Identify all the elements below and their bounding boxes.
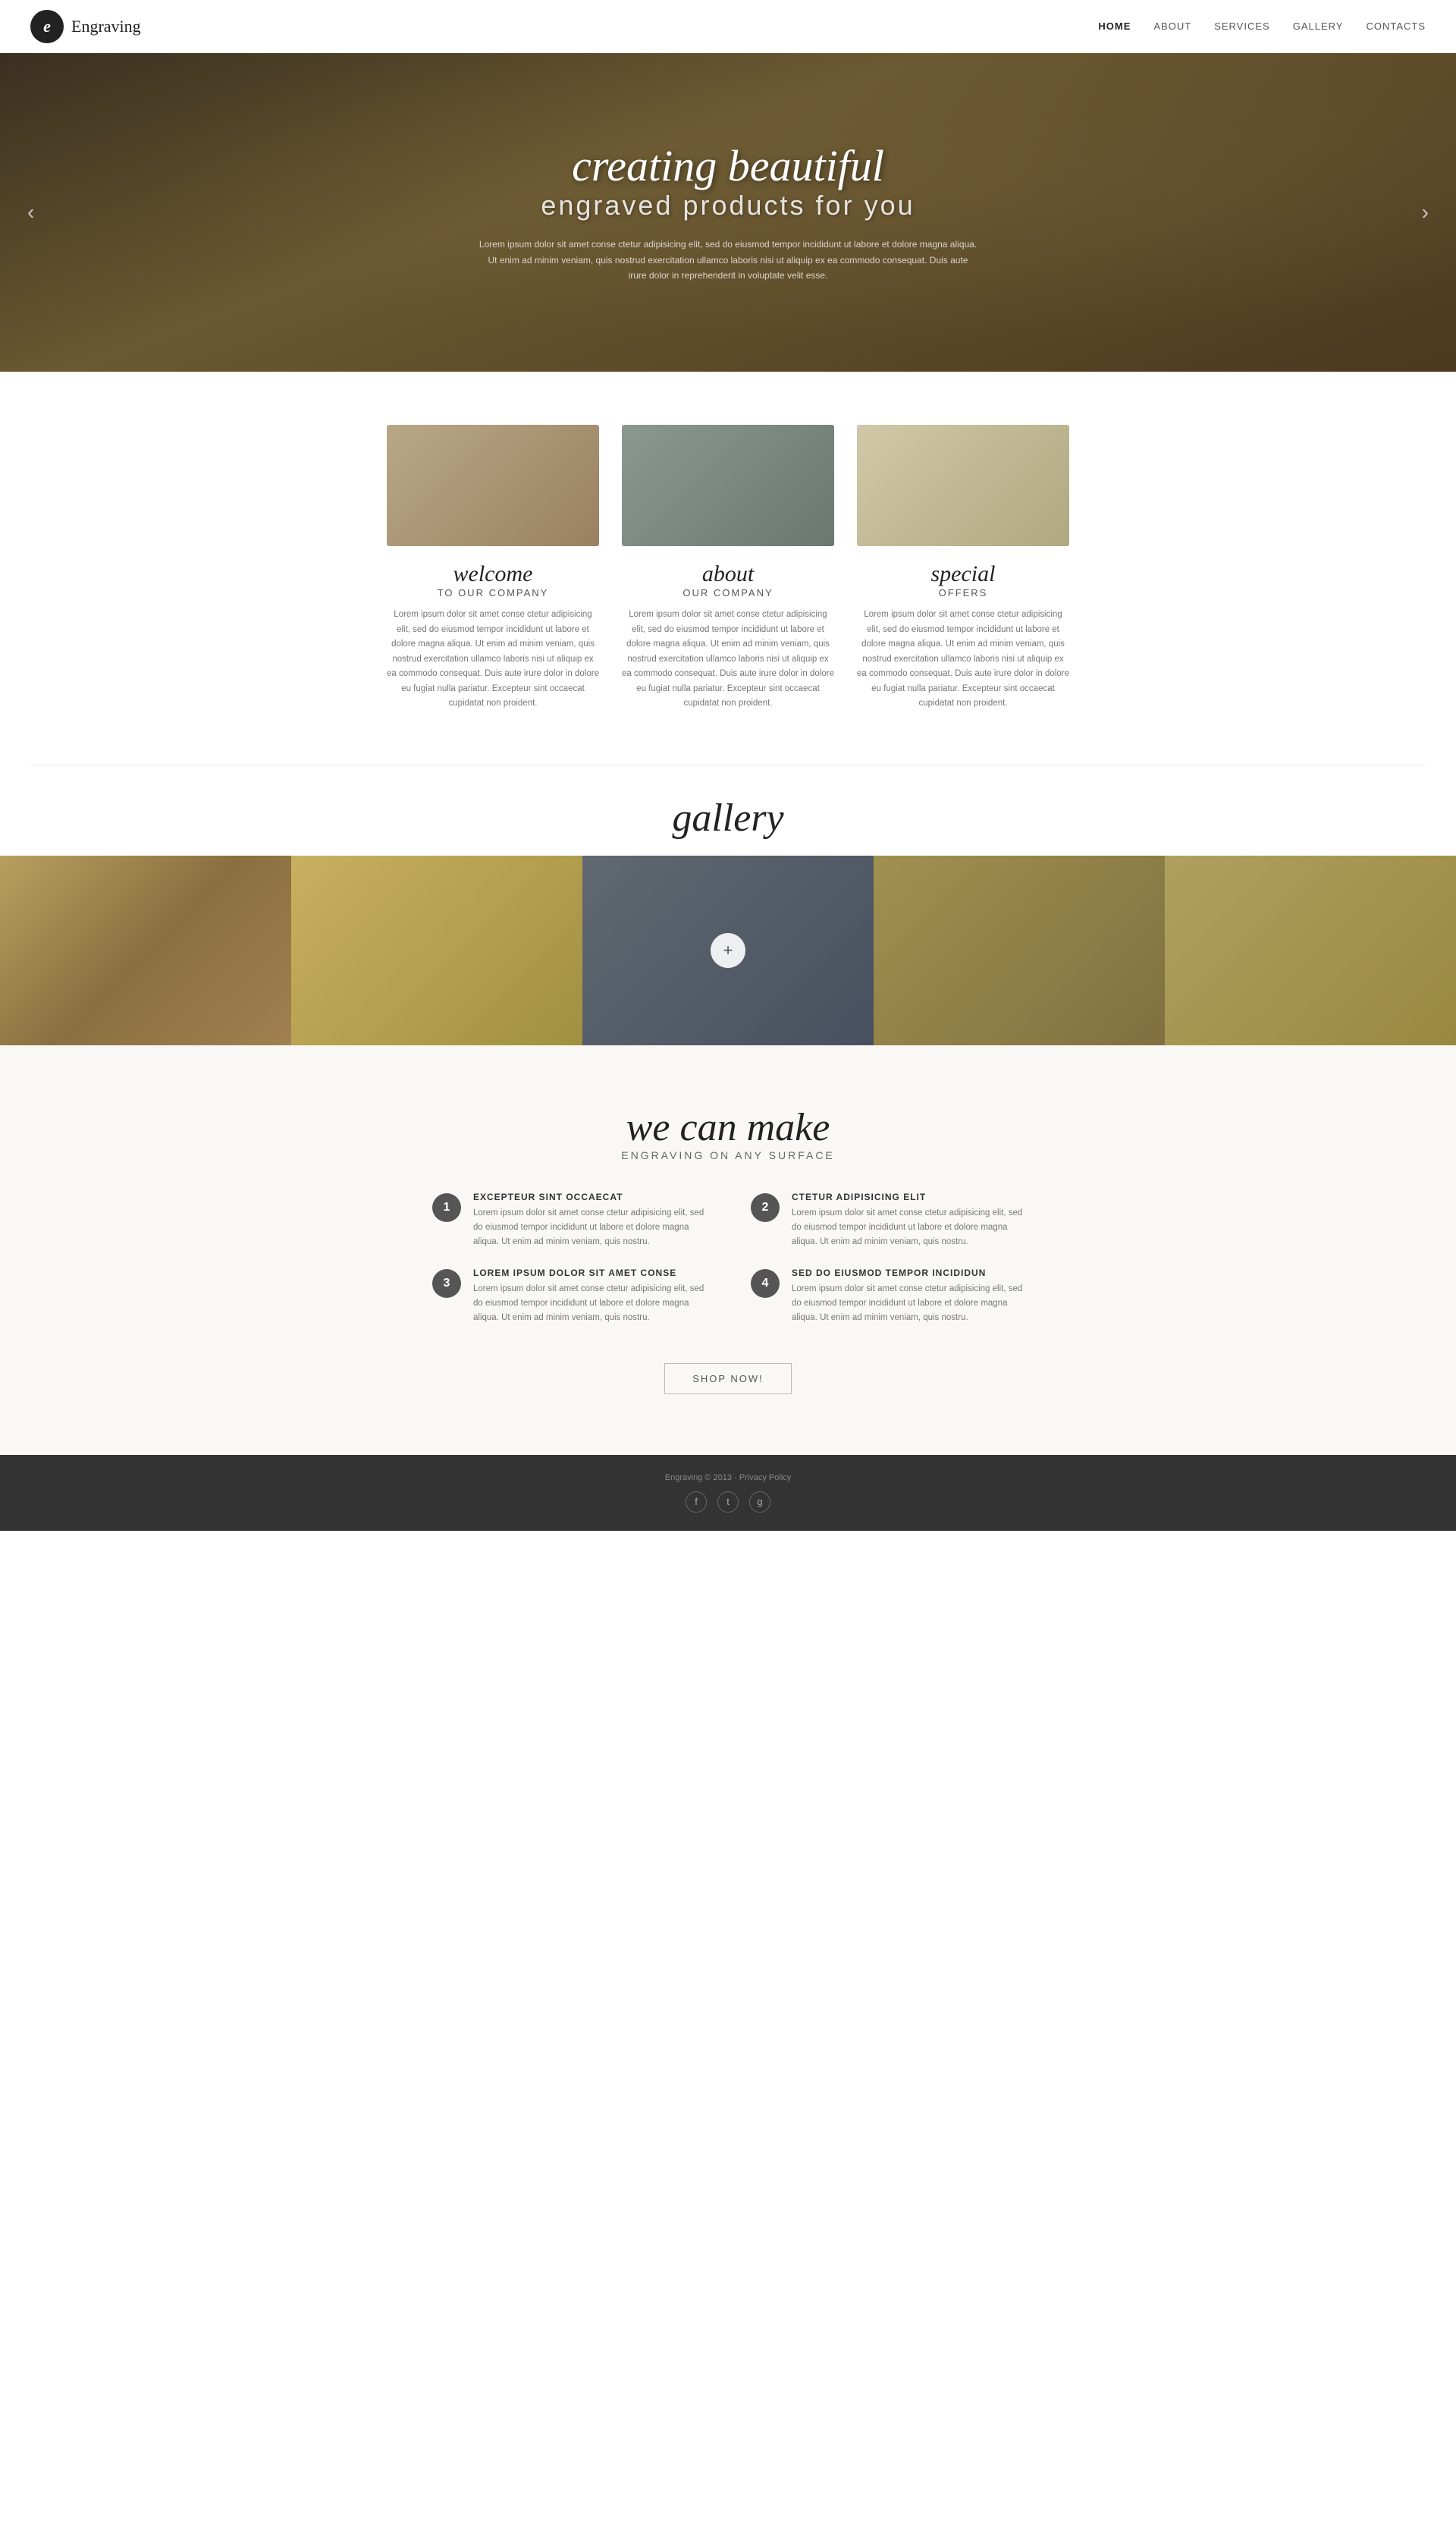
features-grid: welcome TO OUR COMPANY Lorem ipsum dolor… (387, 425, 1069, 712)
feature-number-1: 2 (751, 1193, 780, 1222)
logo-icon: e (30, 10, 64, 43)
feature-title-script-0: welcome (387, 561, 599, 587)
can-make-subtitle: ENGRAVING ON ANY SURFACE (30, 1149, 1426, 1161)
hero-next-button[interactable]: › (1410, 193, 1441, 232)
gallery-strip: + (0, 856, 1456, 1045)
gallery-item-1[interactable] (291, 856, 582, 1045)
feature-number-3: 4 (751, 1269, 780, 1298)
footer-copyright: Engraving © 2013 · Privacy Policy (18, 1473, 1438, 1482)
feature-image-2 (857, 425, 1069, 546)
can-make-item-0: 1 EXCEPTEUR SINT OCCAECAT Lorem ipsum do… (432, 1192, 705, 1249)
feature-item-title-3: SED DO EIUSMOD TEMPOR INCIDIDUN (792, 1268, 1024, 1278)
nav-item-gallery[interactable]: GALLERY (1293, 20, 1344, 32)
can-make-title-script: we can make (30, 1106, 1426, 1149)
logo-text: Engraving (71, 17, 141, 36)
facebook-icon[interactable]: f (686, 1491, 707, 1513)
feature-title-upper-2: OFFERS (857, 587, 1069, 599)
hero-content: creating beautiful engraved products for… (463, 142, 993, 284)
twitter-icon[interactable]: t (717, 1491, 739, 1513)
google-plus-icon[interactable]: g (749, 1491, 770, 1513)
hero-title-regular: engraved products for you (478, 190, 978, 222)
feature-image-1 (622, 425, 834, 546)
gallery-item-0[interactable] (0, 856, 291, 1045)
can-make-item-3: 4 SED DO EIUSMOD TEMPOR INCIDIDUN Lorem … (751, 1268, 1024, 1325)
nav-item-about[interactable]: ABOUT (1153, 20, 1191, 32)
feature-card-1: about OUR COMPANY Lorem ipsum dolor sit … (622, 425, 834, 712)
social-icons: ftg (18, 1491, 1438, 1513)
hero-description: Lorem ipsum dolor sit amet conse ctetur … (478, 237, 978, 283)
gallery-item-2[interactable]: + (582, 856, 874, 1045)
can-make-list: 1 EXCEPTEUR SINT OCCAECAT Lorem ipsum do… (432, 1192, 1024, 1325)
shop-now-button[interactable]: SHOP NOW! (664, 1363, 792, 1394)
gallery-title: gallery (0, 796, 1456, 840)
header: e Engraving HOME ABOUT SERVICES GALLERY CONT… (0, 0, 1456, 53)
can-make-item-1: 2 CTETUR ADIPISICING ELIT Lorem ipsum do… (751, 1192, 1024, 1249)
features-section: welcome TO OUR COMPANY Lorem ipsum dolor… (0, 372, 1456, 765)
footer: Engraving © 2013 · Privacy Policy ftg (0, 1455, 1456, 1531)
gallery-section: gallery + (0, 765, 1456, 1045)
nav-item-services[interactable]: SERVICES (1214, 20, 1270, 32)
main-nav: HOME ABOUT SERVICES GALLERY CONTACTS (1098, 20, 1426, 33)
hero-section: ‹ creating beautiful engraved products f… (0, 53, 1456, 372)
feature-item-text-2: Lorem ipsum dolor sit amet conse ctetur … (473, 1282, 705, 1325)
feature-number-2: 3 (432, 1269, 461, 1298)
feature-item-text-3: Lorem ipsum dolor sit amet conse ctetur … (792, 1282, 1024, 1325)
can-make-item-2: 3 LOREM IPSUM DOLOR SIT AMET CONSE Lorem… (432, 1268, 705, 1325)
feature-title-script-1: about (622, 561, 834, 587)
feature-image-0 (387, 425, 599, 546)
feature-number-0: 1 (432, 1193, 461, 1222)
hero-prev-button[interactable]: ‹ (15, 193, 46, 232)
gallery-plus-icon[interactable]: + (711, 933, 745, 968)
logo[interactable]: e Engraving (30, 10, 141, 43)
feature-title-script-2: special (857, 561, 1069, 587)
feature-card-2: special OFFERS Lorem ipsum dolor sit ame… (857, 425, 1069, 712)
feature-item-title-0: EXCEPTEUR SINT OCCAECAT (473, 1192, 705, 1202)
feature-item-text-0: Lorem ipsum dolor sit amet conse ctetur … (473, 1206, 705, 1249)
feature-item-text-1: Lorem ipsum dolor sit amet conse ctetur … (792, 1206, 1024, 1249)
feature-title-upper-1: OUR COMPANY (622, 587, 834, 599)
gallery-item-3[interactable] (874, 856, 1165, 1045)
feature-item-title-2: LOREM IPSUM DOLOR SIT AMET CONSE (473, 1268, 705, 1278)
feature-item-title-1: CTETUR ADIPISICING ELIT (792, 1192, 1024, 1202)
feature-text-2: Lorem ipsum dolor sit amet conse ctetur … (857, 608, 1069, 712)
gallery-item-4[interactable] (1165, 856, 1456, 1045)
feature-card-0: welcome TO OUR COMPANY Lorem ipsum dolor… (387, 425, 599, 712)
feature-text-0: Lorem ipsum dolor sit amet conse ctetur … (387, 608, 599, 712)
nav-item-contacts[interactable]: CONTACTS (1366, 20, 1426, 32)
hero-title-script: creating beautiful (478, 142, 978, 190)
can-make-section: we can make ENGRAVING ON ANY SURFACE 1 E… (0, 1045, 1456, 1455)
feature-title-upper-0: TO OUR COMPANY (387, 587, 599, 599)
feature-text-1: Lorem ipsum dolor sit amet conse ctetur … (622, 608, 834, 712)
nav-item-home[interactable]: HOME (1098, 20, 1131, 32)
